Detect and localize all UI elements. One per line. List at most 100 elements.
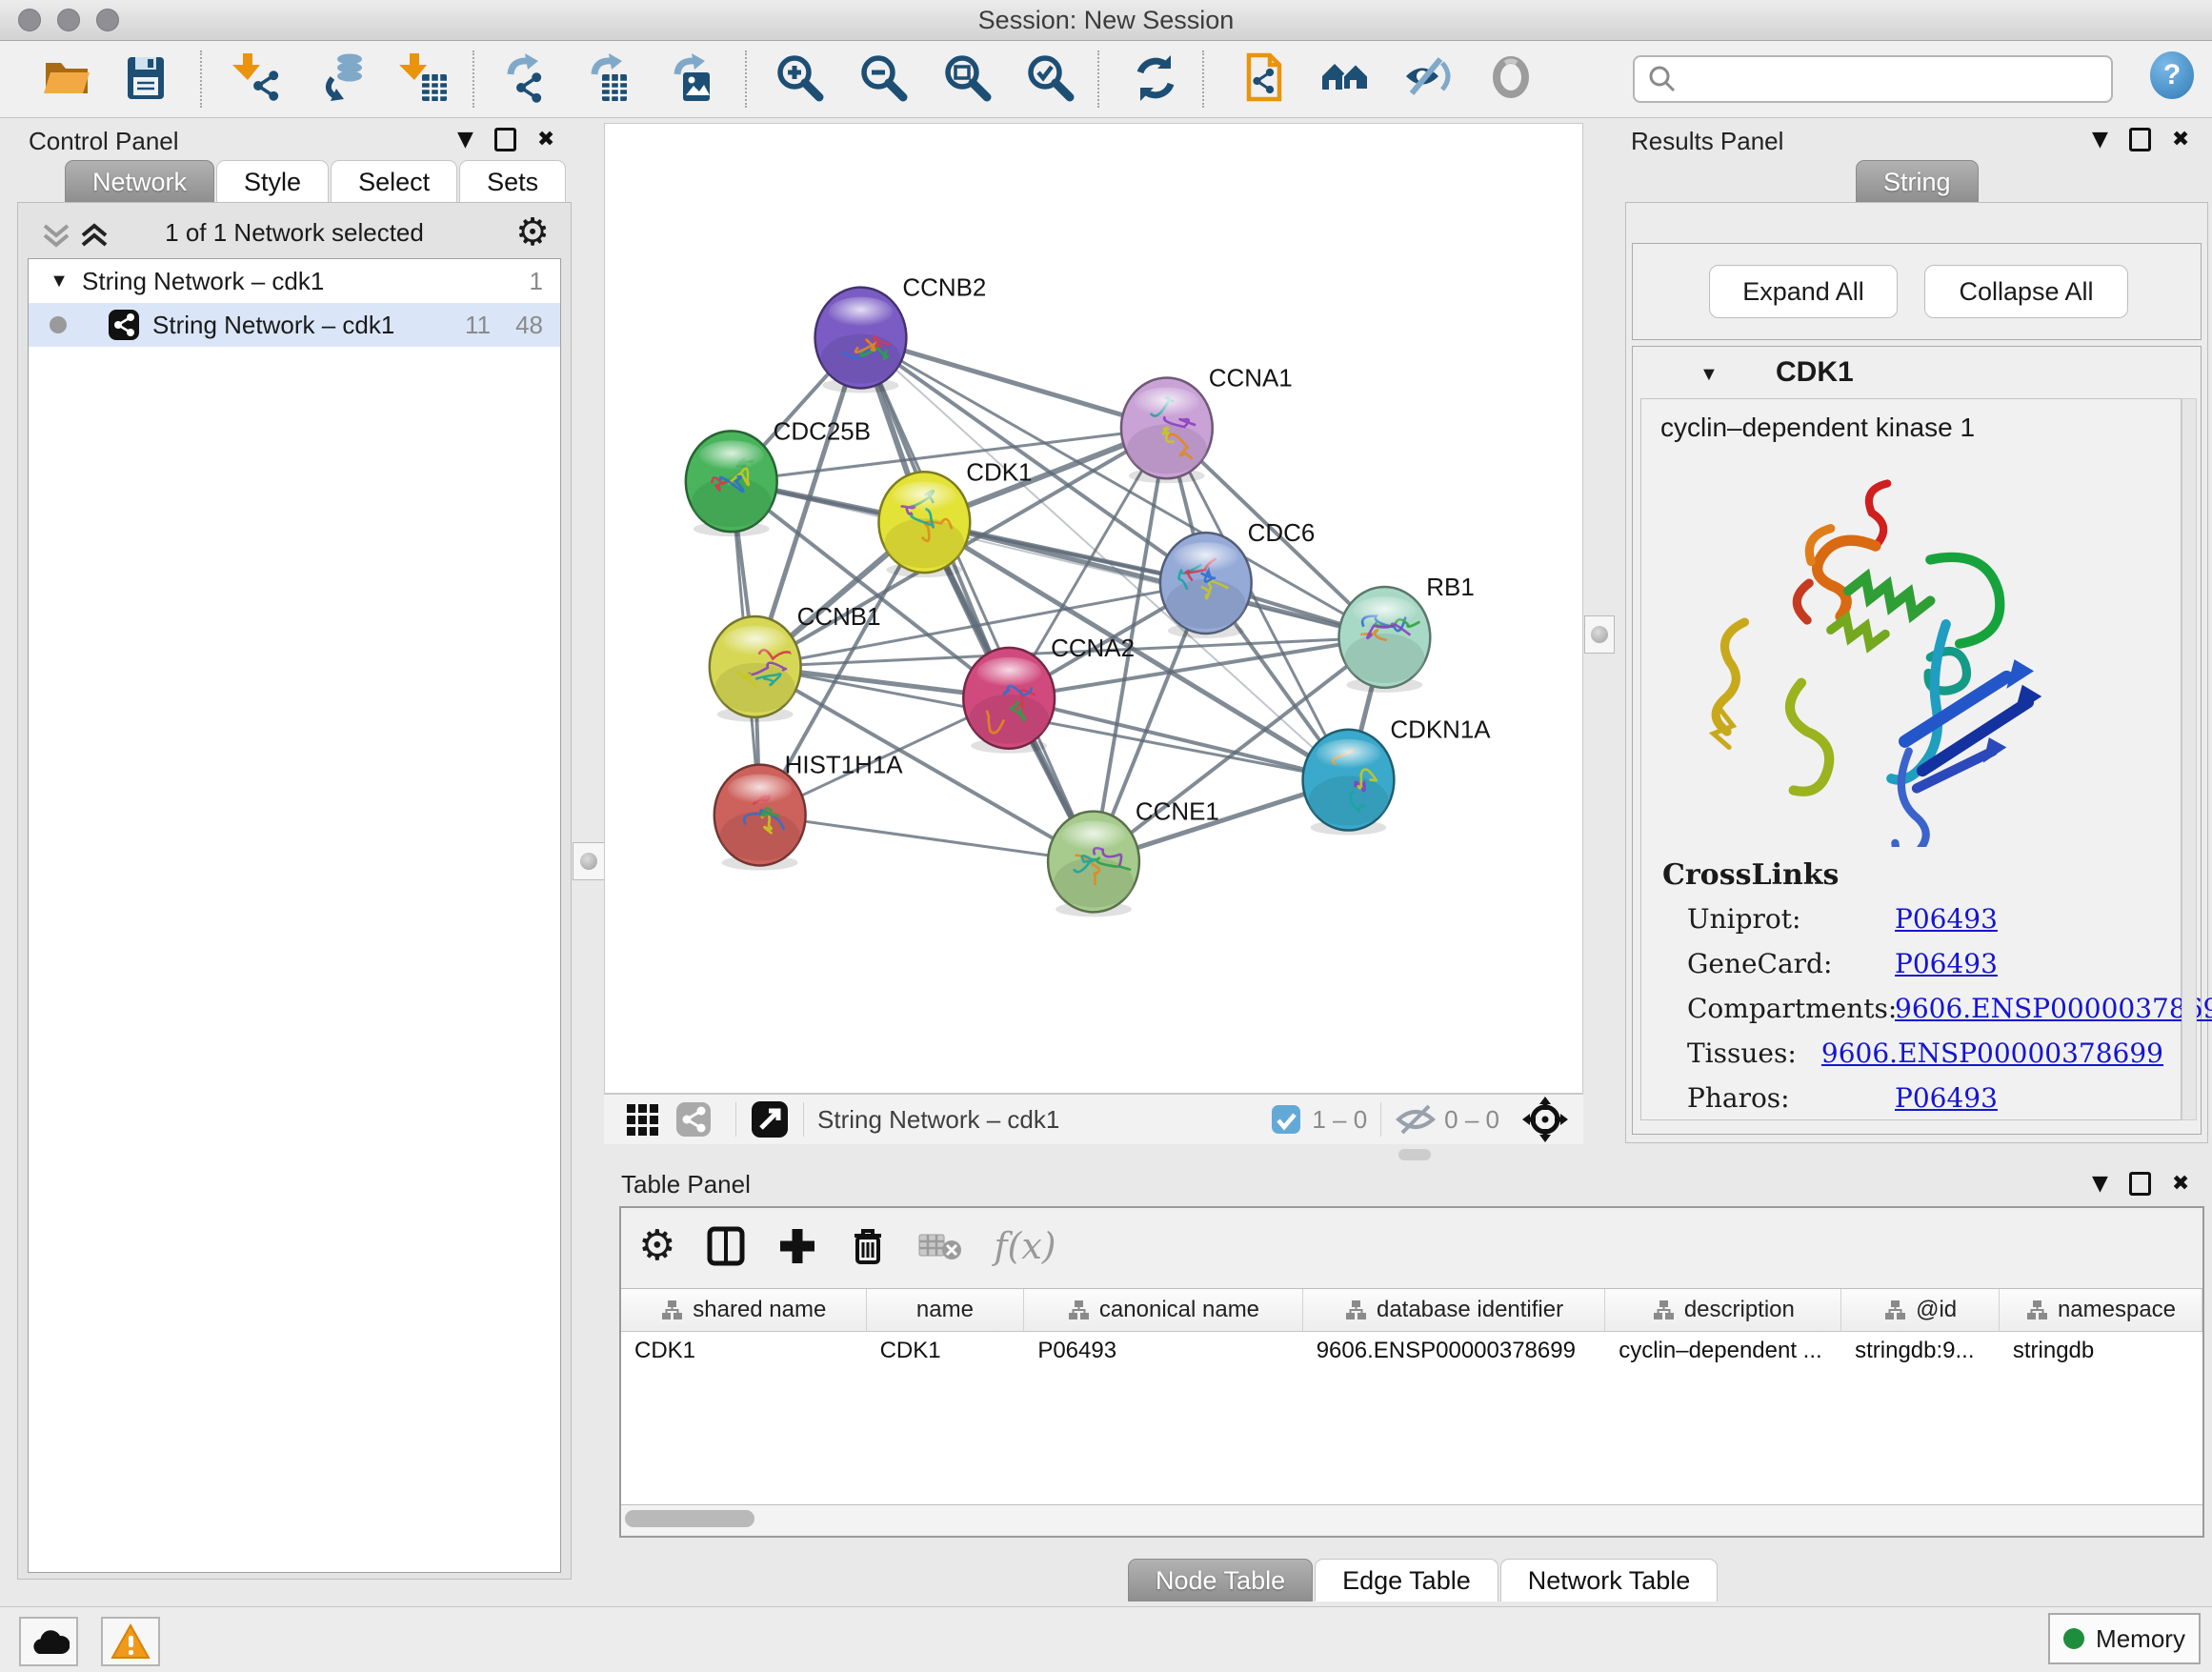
crosslinks-title: CrossLinks <box>1662 858 1839 892</box>
tab-node-table[interactable]: Node Table <box>1128 1559 1313 1601</box>
cloud-icon <box>28 1625 70 1658</box>
grid-view-icon[interactable] <box>623 1100 661 1138</box>
tree-expand-icon[interactable]: ▼ <box>42 271 76 292</box>
search-input[interactable] <box>1633 55 2113 103</box>
tab-network[interactable]: Network <box>65 160 214 203</box>
network-node-cdc6[interactable]: CDC6 <box>1160 520 1315 638</box>
crosslink-value-link[interactable]: P06493 <box>1895 948 1998 979</box>
bottom-splitter-handle[interactable] <box>1398 1149 1431 1160</box>
tab-style[interactable]: Style <box>216 160 329 203</box>
table-cell[interactable]: cyclin–dependent ... <box>1605 1332 1841 1370</box>
import-database-icon <box>317 51 371 105</box>
panel-float-icon[interactable] <box>2129 128 2151 151</box>
export-table-button[interactable] <box>581 49 638 108</box>
table-cell[interactable]: P06493 <box>1024 1332 1302 1370</box>
save-session-button[interactable] <box>117 49 174 108</box>
network-collection-row[interactable]: ▼ String Network – cdk1 1 <box>29 259 560 303</box>
left-splitter-handle[interactable] <box>573 842 605 880</box>
network-edge <box>760 816 1094 862</box>
zoom-in-button[interactable] <box>772 49 829 108</box>
panel-menu-icon[interactable]: ▼ <box>2092 1174 2108 1195</box>
column-header[interactable]: shared name <box>621 1289 867 1331</box>
share-view-icon[interactable] <box>674 1100 713 1138</box>
crosslink-value-link[interactable]: 9606.ENSP00000378699 <box>1821 1037 2163 1069</box>
crosslink-value-link[interactable]: P06493 <box>1895 903 1998 935</box>
column-header-label: canonical name <box>1099 1297 1259 1323</box>
tab-sets[interactable]: Sets <box>459 160 566 203</box>
network-node-ccne1[interactable]: CCNE1 <box>1048 799 1219 917</box>
show-graphics-details-button[interactable] <box>1484 49 1541 108</box>
column-header[interactable]: namespace <box>2000 1289 2202 1331</box>
function-builder-icon[interactable]: f(x) <box>994 1225 1056 1267</box>
column-header-label: name <box>916 1297 974 1323</box>
delete-table-icon[interactable] <box>917 1229 965 1263</box>
open-session-button[interactable] <box>38 49 95 108</box>
expand-all-button[interactable]: Expand All <box>1709 265 1898 318</box>
right-splitter-handle[interactable] <box>1584 615 1615 654</box>
panel-menu-icon[interactable]: ▼ <box>2092 130 2108 151</box>
refresh-icon <box>1129 51 1182 105</box>
table-cell[interactable]: CDK1 <box>621 1332 867 1370</box>
document-share-button[interactable] <box>1234 49 1291 108</box>
export-image-button[interactable] <box>664 49 721 108</box>
panel-close-icon[interactable]: ✖ <box>2172 130 2189 151</box>
tab-network-table[interactable]: Network Table <box>1500 1559 1719 1601</box>
table-cell[interactable]: stringdb <box>2000 1332 2202 1370</box>
table-cell[interactable]: stringdb:9... <box>1841 1332 2000 1370</box>
table-header-row: shared name name canonical name database id… <box>621 1289 2202 1332</box>
string-home-button[interactable] <box>1317 49 1374 108</box>
column-header[interactable]: @id <box>1841 1289 2000 1331</box>
zoom-out-button[interactable] <box>855 49 913 108</box>
help-button[interactable]: ? <box>2150 51 2194 99</box>
panel-menu-icon[interactable]: ▼ <box>457 130 473 151</box>
cloud-button[interactable] <box>19 1617 78 1666</box>
tab-string[interactable]: String <box>1856 160 1979 203</box>
add-column-icon[interactable] <box>776 1225 818 1267</box>
zoom-selected-button[interactable] <box>1022 49 1079 108</box>
zoom-fit-button[interactable] <box>939 49 996 108</box>
detach-view-icon[interactable] <box>750 1099 790 1139</box>
crosslink-value-link[interactable]: P06493 <box>1895 1082 1998 1114</box>
collapse-all-button[interactable]: Collapse All <box>1924 265 2128 318</box>
column-header[interactable]: canonical name <box>1024 1289 1302 1331</box>
warnings-button[interactable] <box>101 1617 160 1666</box>
memory-button[interactable]: Memory <box>2048 1613 2201 1664</box>
column-header[interactable]: name <box>867 1289 1025 1331</box>
tab-select[interactable]: Select <box>331 160 457 203</box>
network-canvas[interactable]: CCNB2 CCNA1 CDC25B CDK1 <box>604 123 1583 1094</box>
table-row[interactable]: CDK1CDK1P064939606.ENSP00000378699cyclin… <box>621 1332 2202 1370</box>
node-label: HIST1H1A <box>785 753 904 779</box>
network-node-rb1[interactable]: RB1 <box>1338 574 1474 693</box>
refresh-button[interactable] <box>1127 49 1184 108</box>
import-table-button[interactable] <box>395 49 452 108</box>
zoom-out-icon <box>857 51 911 105</box>
network-options-gear-icon[interactable]: ⚙ <box>515 211 550 254</box>
panel-close-icon[interactable]: ✖ <box>2172 1174 2189 1195</box>
table-gear-icon[interactable]: ⚙ <box>638 1221 675 1270</box>
table-cell[interactable]: CDK1 <box>867 1332 1025 1370</box>
panel-float-icon[interactable] <box>2129 1172 2151 1196</box>
export-network-button[interactable] <box>497 49 554 108</box>
column-header[interactable]: description <box>1605 1289 1841 1331</box>
table-hscrollbar[interactable] <box>621 1505 2202 1534</box>
network-row[interactable]: String Network – cdk1 11 48 <box>29 303 560 347</box>
delete-column-icon[interactable] <box>847 1224 889 1268</box>
panel-close-icon[interactable]: ✖ <box>537 130 554 151</box>
gene-collapse-icon[interactable]: ▼ <box>1699 364 1719 386</box>
column-header[interactable]: database identifier <box>1303 1289 1606 1331</box>
birdseye-crosshair-icon[interactable] <box>1520 1095 1570 1144</box>
import-database-button[interactable] <box>315 49 372 108</box>
network-node-hist1h1a[interactable]: HIST1H1A <box>714 753 904 871</box>
table-cell[interactable]: 9606.ENSP00000378699 <box>1303 1332 1606 1370</box>
network-node-cdkn1a[interactable]: CDKN1A <box>1303 717 1492 836</box>
tab-edge-table[interactable]: Edge Table <box>1315 1559 1498 1601</box>
crosslink-row: GeneCard: P06493 <box>1687 941 2163 986</box>
panel-float-icon[interactable] <box>494 128 516 151</box>
hide-unselected-button[interactable] <box>1400 49 1458 108</box>
show-columns-icon[interactable] <box>704 1224 748 1268</box>
import-network-button[interactable] <box>229 49 286 108</box>
results-scrollbar[interactable] <box>2182 398 2197 1120</box>
crosslink-value-link[interactable]: 9606.ENSP00000378699 <box>1895 993 2212 1024</box>
hscroll-thumb[interactable] <box>625 1510 754 1527</box>
selected-checkbox-icon[interactable] <box>1270 1103 1302 1136</box>
